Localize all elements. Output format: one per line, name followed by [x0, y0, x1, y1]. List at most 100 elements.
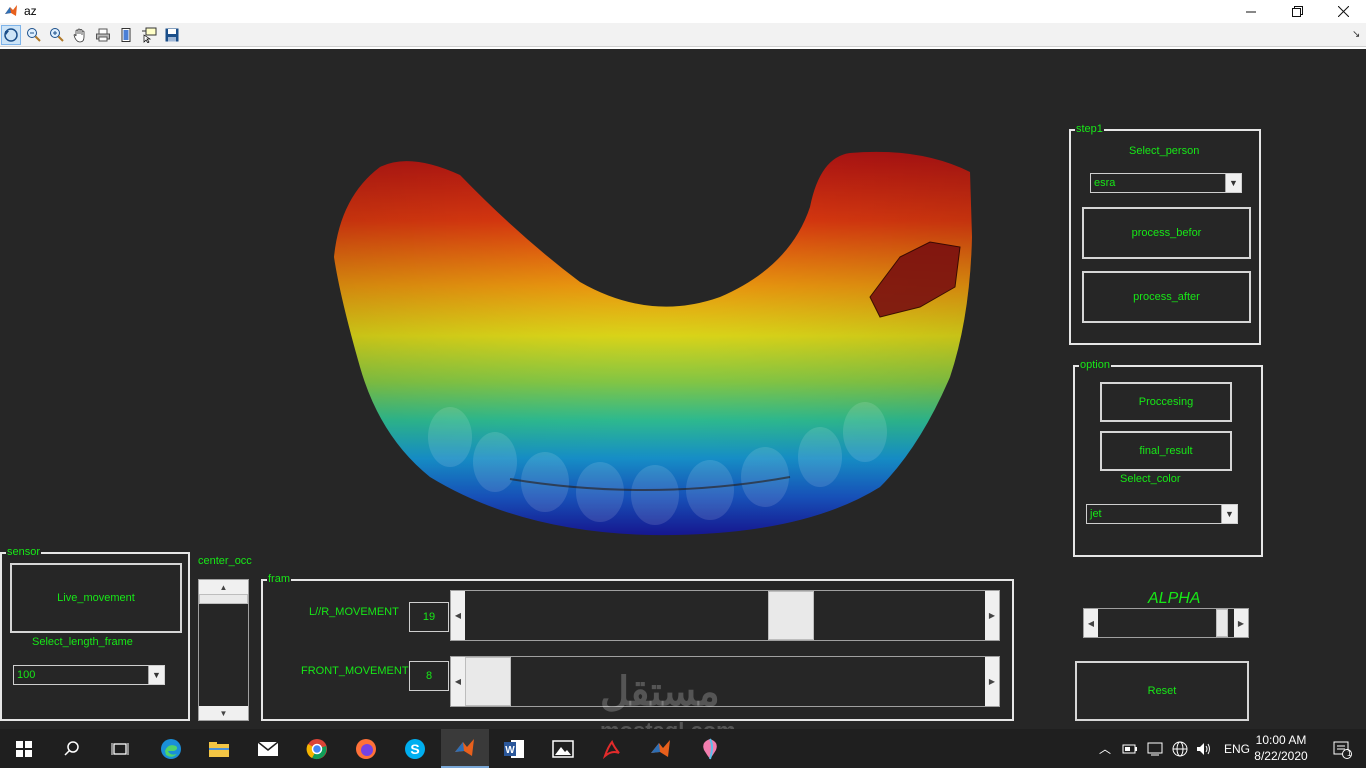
edge-browser-icon — [161, 738, 181, 759]
final-result-button[interactable]: final_result — [1100, 431, 1232, 471]
matlab-logo-icon — [651, 739, 670, 757]
process-before-label: process_befor — [1131, 227, 1202, 239]
select-length-frame-dropdown[interactable]: 100 ▼ — [13, 665, 165, 685]
data-cursor-button[interactable] — [139, 25, 159, 45]
processing-label: Proccesing — [1138, 396, 1194, 408]
chevron-up-icon[interactable]: ▲ — [199, 580, 248, 594]
restore-button[interactable] — [1274, 0, 1320, 23]
live-movement-button[interactable]: Live_movement — [10, 563, 182, 633]
svg-text:S: S — [410, 741, 419, 757]
select-color-dropdown[interactable]: jet ▼ — [1086, 504, 1238, 524]
chevron-up-icon[interactable]: ︿ — [1096, 740, 1114, 757]
acrobat-taskbar-button[interactable] — [588, 729, 636, 768]
front-movement-label: FRONT_MOVEMENT — [301, 665, 409, 677]
search-button[interactable] — [48, 729, 96, 768]
lr-movement-slider-thumb[interactable] — [768, 591, 815, 640]
alpha-slider[interactable]: ◀ ▶ — [1083, 608, 1249, 638]
pan-hand-icon — [73, 28, 85, 43]
input-language-indicator[interactable]: ENG — [1224, 742, 1250, 756]
process-after-button[interactable]: process_after — [1082, 271, 1251, 323]
chevron-right-icon[interactable]: ▶ — [1234, 609, 1248, 637]
task-view-button[interactable] — [96, 729, 144, 768]
select-person-label: Select_person — [1129, 145, 1200, 157]
colorbar-button[interactable] — [116, 25, 136, 45]
speaker-volume-icon[interactable] — [1196, 742, 1212, 756]
center-occ-label: center_occ — [198, 555, 252, 567]
pan-button[interactable] — [70, 25, 90, 45]
front-movement-slider[interactable]: ◀ ▶ — [450, 656, 1000, 707]
globe-network-icon[interactable] — [1172, 741, 1188, 757]
option-panel: option Proccesing final_result Select_co… — [1073, 359, 1263, 557]
select-color-label: Select_color — [1120, 473, 1181, 485]
front-movement-slider-thumb[interactable] — [465, 657, 511, 706]
paint3d-taskbar-button[interactable] — [686, 729, 734, 768]
select-person-value: esra — [1094, 177, 1116, 189]
close-icon — [1337, 6, 1349, 17]
print-button[interactable] — [93, 25, 113, 45]
dental-arch-3d-plot[interactable] — [320, 147, 990, 547]
step1-panel: step1 Select_person esra ▼ process_befor… — [1069, 123, 1261, 345]
chevron-down-icon: ▼ — [1221, 505, 1237, 523]
battery-icon[interactable] — [1122, 743, 1138, 755]
firefox-browser-icon — [356, 738, 376, 759]
matlab-taskbar-button[interactable] — [441, 729, 489, 768]
minimize-button[interactable] — [1228, 0, 1274, 23]
notification-count-badge: 1 — [1347, 749, 1352, 758]
chrome-taskbar-button[interactable] — [293, 729, 341, 768]
network-drive-icon[interactable] — [1147, 742, 1163, 756]
system-tray: ︿ ENG — [1096, 729, 1250, 768]
taskbar-clock[interactable]: 10:00 AM 8/22/2020 — [1252, 732, 1310, 764]
file-explorer-taskbar-button[interactable] — [195, 729, 243, 768]
lr-movement-value[interactable]: 19 — [409, 602, 449, 632]
lr-movement-label: L//R_MOVEMENT — [309, 606, 399, 618]
rotate-3d-icon — [4, 28, 18, 42]
start-button[interactable] — [0, 729, 48, 768]
minimize-icon — [1246, 11, 1256, 12]
center-occ-scroll-thumb[interactable] — [199, 594, 248, 604]
lr-movement-slider[interactable]: ◀ ▶ — [450, 590, 1000, 641]
alpha-slider-thumb[interactable] — [1215, 609, 1228, 637]
matlab-figure-window: az ↘ step1 Select_person esra ▼ process_… — [0, 0, 1366, 768]
rotate-3d-button[interactable] — [1, 25, 21, 45]
close-button[interactable] — [1320, 0, 1366, 23]
watermark-arabic: مستقل — [600, 670, 720, 714]
zoom-out-button[interactable] — [24, 25, 44, 45]
figure-canvas: step1 Select_person esra ▼ process_befor… — [0, 49, 1366, 729]
select-color-value: jet — [1090, 508, 1102, 520]
chevron-down-icon: ▼ — [148, 666, 164, 684]
reset-label: Reset — [1147, 685, 1177, 697]
processing-button[interactable]: Proccesing — [1100, 382, 1232, 422]
toolbar-chevron-icon[interactable]: ↘ — [1352, 29, 1360, 40]
mail-taskbar-button[interactable] — [244, 729, 292, 768]
select-length-frame-label: Select_length_frame — [32, 636, 133, 648]
select-person-dropdown[interactable]: esra ▼ — [1090, 173, 1242, 193]
final-result-label: final_result — [1139, 445, 1193, 457]
chevron-left-icon[interactable]: ◀ — [451, 591, 465, 640]
edge-taskbar-button[interactable] — [147, 729, 195, 768]
clock-date: 8/22/2020 — [1254, 749, 1308, 763]
process-before-button[interactable]: process_befor — [1082, 207, 1251, 259]
chevron-left-icon[interactable]: ◀ — [1084, 609, 1098, 637]
printer-icon — [96, 28, 110, 42]
firefox-taskbar-button[interactable] — [342, 729, 390, 768]
chevron-left-icon[interactable]: ◀ — [451, 657, 465, 706]
matlab-secondary-taskbar-button[interactable] — [637, 729, 685, 768]
reset-button[interactable]: Reset — [1075, 661, 1249, 721]
photos-taskbar-button[interactable] — [539, 729, 587, 768]
save-button[interactable] — [162, 25, 182, 45]
fram-panel-title: fram — [267, 573, 291, 586]
task-view-icon — [111, 742, 129, 755]
chevron-down-icon[interactable]: ▼ — [199, 706, 248, 720]
chevron-right-icon[interactable]: ▶ — [985, 657, 999, 706]
front-movement-value[interactable]: 8 — [409, 661, 449, 691]
svg-text:W: W — [505, 745, 515, 756]
sensor-panel-title: sensor — [6, 546, 42, 559]
chevron-right-icon[interactable]: ▶ — [985, 591, 999, 640]
notification-center-button[interactable]: 1 — [1318, 729, 1366, 768]
skype-taskbar-button[interactable]: S — [391, 729, 439, 768]
zoom-in-button[interactable] — [47, 25, 67, 45]
clock-time: 10:00 AM — [1255, 733, 1307, 747]
center-occ-listbox[interactable]: ▲ ▼ — [198, 579, 249, 721]
save-floppy-icon — [165, 28, 179, 42]
word-taskbar-button[interactable]: W — [490, 729, 538, 768]
